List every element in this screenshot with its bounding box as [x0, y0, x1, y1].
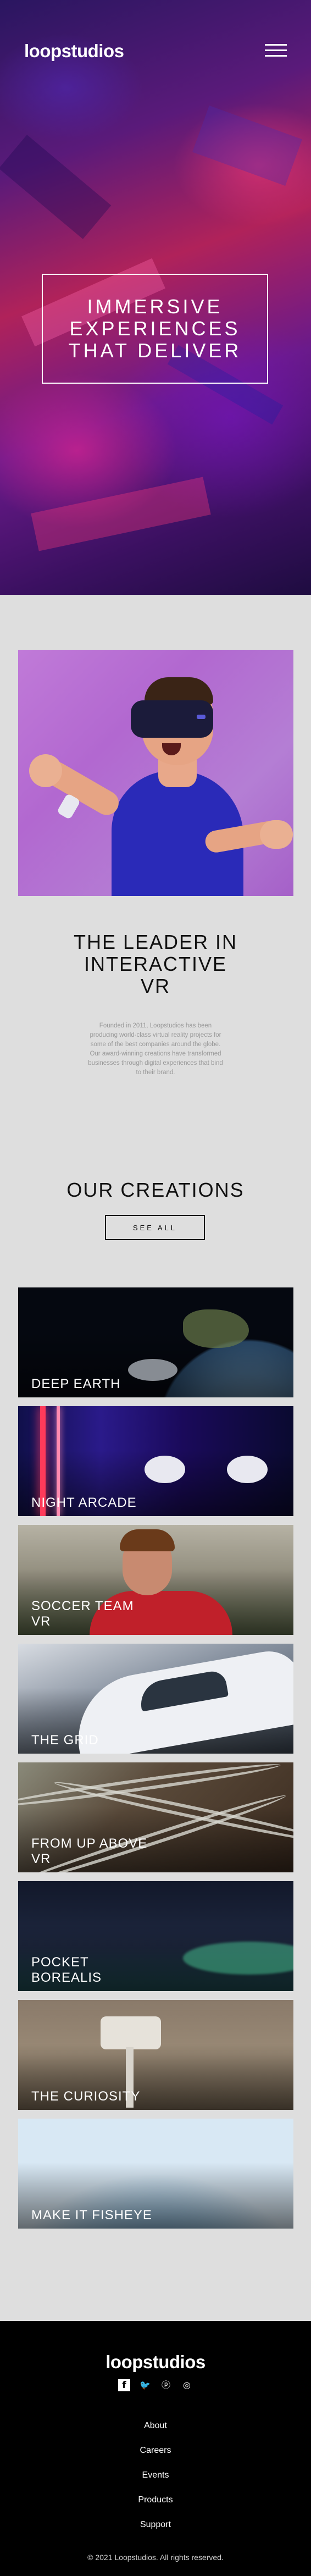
- footer-link-careers[interactable]: Careers: [0, 2438, 311, 2463]
- hero-section: loopstudios IMMERSIVE EXPERIENCES THAT D…: [0, 0, 311, 595]
- instagram-icon[interactable]: ◎: [181, 2379, 193, 2391]
- vr-man-image: [18, 650, 293, 896]
- creation-card-make-it-fisheye[interactable]: MAKE IT FISHEYE: [18, 2119, 293, 2229]
- creation-card-the-grid[interactable]: THE GRID: [18, 1644, 293, 1754]
- creation-card-soccer-team-vr[interactable]: SOCCER TEAM VR: [18, 1525, 293, 1635]
- creation-card-label: THE GRID: [31, 1733, 99, 1748]
- copyright-text: © 2021 Loopstudios. All rights reserved.: [87, 2553, 224, 2562]
- interactive-description: Founded in 2011, Loopstudios has been pr…: [88, 1022, 223, 1076]
- creation-card-label: DEEP EARTH: [31, 1377, 121, 1391]
- creation-card-label: FROM UP ABOVE VR: [31, 1836, 148, 1866]
- creation-card-pocket-borealis[interactable]: POCKET BOREALIS: [18, 1881, 293, 1991]
- vr-headset-icon: [131, 700, 213, 738]
- footer-link-events[interactable]: Events: [0, 2463, 311, 2487]
- creations-section: OUR CREATIONS SEE ALL DEEP EARTH NIGHT A…: [0, 1134, 311, 2321]
- social-links: f 🐦 ⓟ ◎: [0, 2379, 311, 2391]
- creation-card-the-curiosity[interactable]: THE CURIOSITY: [18, 2000, 293, 2110]
- creation-card-from-up-above-vr[interactable]: FROM UP ABOVE VR: [18, 1762, 293, 1872]
- site-logo[interactable]: loopstudios: [24, 41, 124, 62]
- site-footer: loopstudios f 🐦 ⓟ ◎ About Careers Events…: [0, 2321, 311, 2576]
- footer-link-products[interactable]: Products: [0, 2487, 311, 2512]
- footer-nav: About Careers Events Products Support: [0, 2413, 311, 2537]
- interactive-title: THE LEADER IN INTERACTIVE VR: [73, 931, 238, 997]
- footer-link-support[interactable]: Support: [0, 2512, 311, 2537]
- creation-card-label: POCKET BOREALIS: [31, 1955, 102, 1985]
- interactive-section: THE LEADER IN INTERACTIVE VR Founded in …: [0, 595, 311, 1134]
- twitter-icon[interactable]: 🐦: [139, 2379, 151, 2391]
- creation-card-night-arcade[interactable]: NIGHT ARCADE: [18, 1406, 293, 1516]
- hero-title: IMMERSIVE EXPERIENCES THAT DELIVER: [68, 295, 242, 362]
- creations-list: DEEP EARTH NIGHT ARCADE SOCCER TEAM VR T…: [18, 1287, 293, 2237]
- hamburger-menu-icon[interactable]: [265, 44, 287, 57]
- creation-card-deep-earth[interactable]: DEEP EARTH: [18, 1287, 293, 1397]
- hero-title-box: IMMERSIVE EXPERIENCES THAT DELIVER: [42, 274, 268, 384]
- hero-background-shape: [31, 477, 211, 551]
- footer-logo[interactable]: loopstudios: [0, 2352, 311, 2373]
- creation-card-label: NIGHT ARCADE: [31, 1495, 137, 1510]
- pinterest-icon[interactable]: ⓟ: [160, 2379, 172, 2391]
- hero-background-shape: [0, 135, 112, 239]
- creation-card-label: THE CURIOSITY: [31, 2089, 141, 2104]
- creation-card-label: SOCCER TEAM VR: [31, 1599, 134, 1629]
- creations-title: OUR CREATIONS: [66, 1179, 245, 1201]
- see-all-button[interactable]: SEE ALL: [105, 1215, 205, 1240]
- facebook-icon[interactable]: f: [118, 2379, 130, 2391]
- footer-link-about[interactable]: About: [0, 2413, 311, 2438]
- creation-card-label: MAKE IT FISHEYE: [31, 2208, 152, 2223]
- hero-background-shape: [192, 105, 302, 186]
